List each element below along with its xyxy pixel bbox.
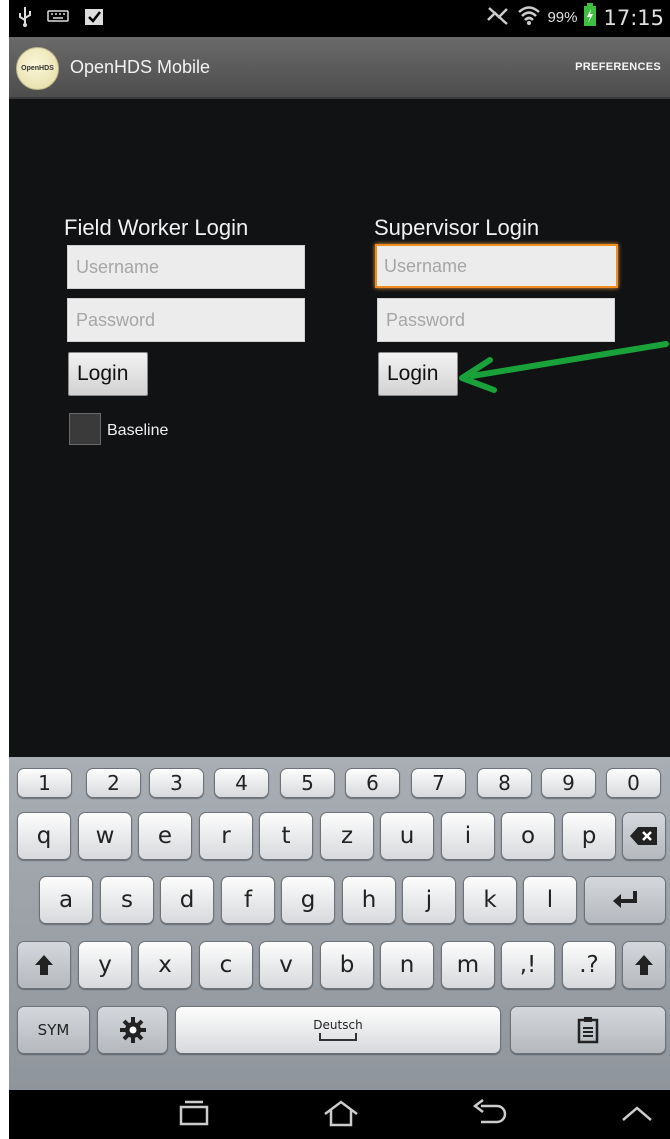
- space-key[interactable]: Deutsch: [175, 1006, 501, 1054]
- key-m[interactable]: m: [441, 941, 495, 989]
- key-2[interactable]: 2: [86, 768, 141, 798]
- field-worker-username-input[interactable]: Username: [67, 245, 305, 289]
- app-logo-text: OpenHDS: [21, 65, 54, 72]
- battery-charging-icon: [583, 3, 597, 32]
- mute-icon: [485, 4, 511, 31]
- field-worker-login-button[interactable]: Login: [68, 352, 148, 396]
- key-v[interactable]: v: [259, 941, 313, 989]
- keyboard-icon: [47, 9, 69, 28]
- key-9[interactable]: 9: [541, 768, 596, 798]
- key-h[interactable]: h: [342, 876, 396, 924]
- app-logo[interactable]: OpenHDS: [16, 47, 59, 90]
- key-i[interactable]: i: [441, 812, 495, 860]
- usb-icon: [17, 5, 33, 32]
- app-title: OpenHDS Mobile: [70, 57, 211, 77]
- key-u[interactable]: u: [380, 812, 434, 860]
- key-5[interactable]: 5: [280, 768, 335, 798]
- navigation-bar: [9, 1090, 670, 1139]
- preferences-button[interactable]: PREFERENCES: [575, 61, 661, 73]
- key-x[interactable]: x: [138, 941, 192, 989]
- status-bar: 99% 17:15: [9, 0, 670, 37]
- gear-icon: [119, 1017, 146, 1043]
- key-j[interactable]: j: [402, 876, 456, 924]
- back-icon[interactable]: [469, 1098, 509, 1128]
- clipboard-key[interactable]: [510, 1006, 666, 1054]
- key-l[interactable]: l: [523, 876, 577, 924]
- chevron-up-icon[interactable]: [619, 1098, 655, 1128]
- key-1[interactable]: 1: [17, 768, 72, 798]
- key-t[interactable]: t: [259, 812, 313, 860]
- sym-key[interactable]: SYM: [17, 1006, 90, 1054]
- key-o[interactable]: o: [501, 812, 555, 860]
- battery-percent: 99%: [547, 9, 578, 26]
- key-b[interactable]: b: [320, 941, 374, 989]
- baseline-label: Baseline: [107, 422, 169, 439]
- enter-icon: [613, 891, 637, 908]
- key-c[interactable]: c: [199, 941, 253, 989]
- clock: 17:15: [603, 5, 664, 30]
- supervisor-login-button[interactable]: Login: [378, 352, 458, 396]
- key-8[interactable]: 8: [477, 768, 532, 798]
- annotation-arrow: [459, 341, 669, 393]
- field-worker-heading: Field Worker Login: [64, 215, 249, 240]
- home-icon[interactable]: [321, 1098, 361, 1128]
- key-7[interactable]: 7: [411, 768, 466, 798]
- key-d[interactable]: d: [160, 876, 214, 924]
- space-icon: [319, 1033, 357, 1041]
- field-worker-password-input[interactable]: Password: [67, 298, 305, 342]
- key-y[interactable]: y: [78, 941, 132, 989]
- key-z[interactable]: z: [320, 812, 374, 860]
- space-key-language: Deutsch: [313, 1018, 363, 1032]
- action-bar: OpenHDS OpenHDS Mobile PREFERENCES: [9, 37, 670, 99]
- key-k[interactable]: k: [463, 876, 517, 924]
- key-period[interactable]: .?: [562, 941, 616, 989]
- wifi-icon: [517, 4, 541, 31]
- shift-icon: [35, 955, 53, 975]
- key-w[interactable]: w: [78, 812, 132, 860]
- enter-key[interactable]: [584, 876, 666, 924]
- key-s[interactable]: s: [100, 876, 154, 924]
- key-3[interactable]: 3: [149, 768, 204, 798]
- key-r[interactable]: r: [199, 812, 253, 860]
- key-g[interactable]: g: [281, 876, 335, 924]
- supervisor-username-input[interactable]: Username: [375, 244, 618, 288]
- shift-key-right[interactable]: [622, 941, 666, 989]
- key-p[interactable]: p: [562, 812, 616, 860]
- clipboard-icon: [577, 1017, 599, 1044]
- key-0[interactable]: 0: [606, 768, 661, 798]
- key-q[interactable]: q: [17, 812, 71, 860]
- key-a[interactable]: a: [39, 876, 93, 924]
- key-n[interactable]: n: [380, 941, 434, 989]
- backspace-key[interactable]: [622, 812, 666, 860]
- key-e[interactable]: e: [138, 812, 192, 860]
- recent-apps-icon[interactable]: [177, 1098, 211, 1128]
- soft-keyboard: 1 2 3 4 5 6 7 8 9 0 q w e r t z u i o p …: [9, 757, 670, 1090]
- shift-key-left[interactable]: [17, 941, 71, 989]
- settings-key[interactable]: [97, 1006, 168, 1054]
- screen: 99% 17:15 OpenHDS OpenHDS Mobile PREFERE…: [9, 0, 670, 1139]
- backspace-icon: [630, 827, 657, 845]
- key-f[interactable]: f: [221, 876, 275, 924]
- clipboard-check-icon: [83, 5, 105, 32]
- supervisor-heading: Supervisor Login: [374, 215, 540, 240]
- shift-icon: [635, 955, 653, 975]
- key-4[interactable]: 4: [214, 768, 269, 798]
- baseline-checkbox[interactable]: [69, 413, 101, 445]
- key-comma[interactable]: ,!: [501, 941, 555, 989]
- key-6[interactable]: 6: [345, 768, 400, 798]
